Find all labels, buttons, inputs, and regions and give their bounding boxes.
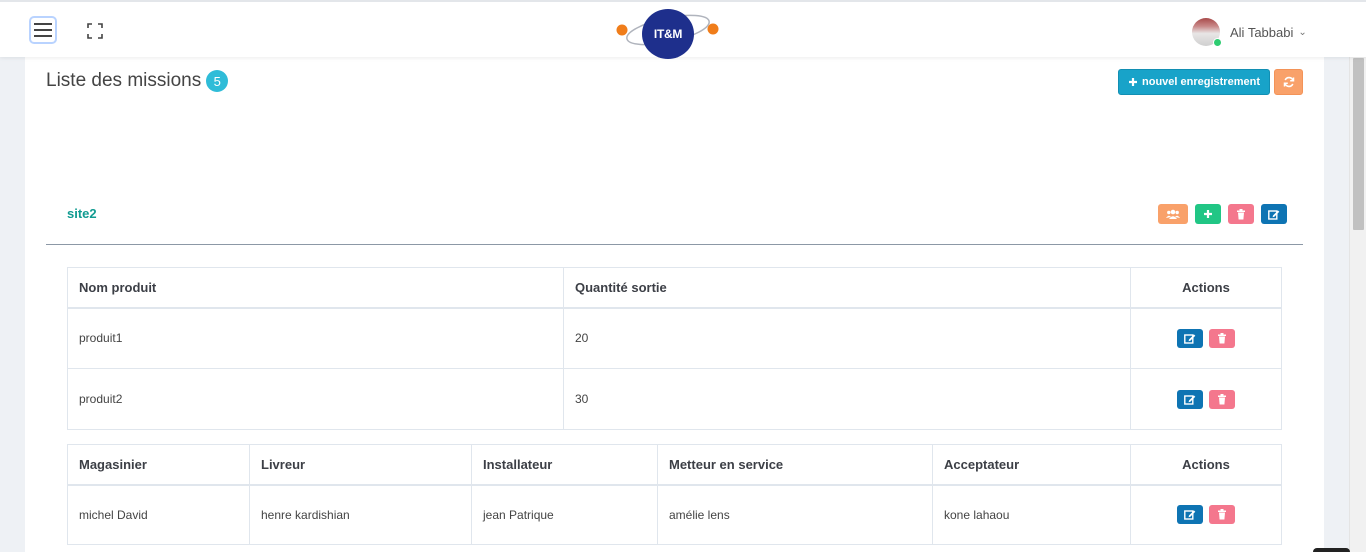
installateur-cell: jean Patrique [471, 484, 658, 545]
edit-button[interactable] [1177, 328, 1204, 348]
plus-icon [1204, 210, 1212, 218]
logo-text: IT&M [642, 9, 694, 59]
missions-card: Liste des missions 5 nouvel enregistreme… [25, 57, 1324, 552]
users-icon [1166, 209, 1180, 219]
actions-cell [1130, 307, 1282, 369]
delete-button[interactable] [1208, 505, 1235, 525]
edit-icon [1268, 209, 1280, 220]
top-navbar: IT&M Ali Tabbabi ⌄ [0, 0, 1366, 59]
product-name-cell: produit1 [67, 307, 564, 369]
site-divider [46, 244, 1303, 245]
plus-icon [1129, 78, 1137, 86]
menu-icon-bar [34, 23, 52, 25]
table-header-row: Magasinier Livreur Installateur Metteur … [67, 444, 1282, 486]
actions-cell [1130, 368, 1282, 430]
column-header: Magasinier [67, 444, 250, 486]
trash-icon [1217, 332, 1226, 344]
online-status-dot [1213, 38, 1222, 47]
window-corner-tab [1313, 548, 1350, 552]
menu-toggle-button[interactable] [31, 18, 55, 42]
trash-icon [1217, 509, 1226, 520]
site-users-button[interactable] [1158, 204, 1188, 224]
edit-icon [1184, 510, 1196, 520]
page-title: Liste des missions 5 [46, 70, 229, 92]
user-name: Ali Tabbabi [1230, 24, 1294, 40]
user-menu[interactable]: Ali Tabbabi ⌄ [1192, 16, 1307, 48]
page-scrollbar[interactable] [1349, 57, 1366, 552]
table-header-row: Nom produit Quantité sortie Actions [67, 267, 1282, 309]
acceptateur-cell: kone lahaou [932, 484, 1131, 545]
column-header: Actions [1130, 267, 1282, 309]
site-delete-button[interactable] [1228, 204, 1254, 224]
scrollbar-thumb[interactable] [1353, 58, 1364, 230]
refresh-icon [1283, 76, 1294, 88]
products-table: Nom produit Quantité sortie Actions prod… [67, 267, 1282, 430]
company-logo: IT&M [614, 6, 722, 59]
edit-icon [1184, 334, 1196, 344]
column-header: Actions [1130, 444, 1282, 486]
column-header: Acceptateur [932, 444, 1131, 486]
new-record-label: nouvel enregistrement [1142, 76, 1260, 88]
table-row: produit1 20 [67, 307, 1282, 369]
avatar [1192, 18, 1222, 47]
missions-count-badge: 5 [206, 70, 229, 92]
magasinier-cell: michel David [67, 484, 250, 545]
refresh-button[interactable] [1274, 69, 1303, 95]
site-title: site2 [67, 206, 97, 221]
site-edit-button[interactable] [1261, 204, 1287, 224]
menu-icon-bar [34, 35, 52, 37]
edit-icon [1184, 394, 1196, 405]
livreur-cell: henre kardishian [249, 484, 472, 545]
actions-cell [1130, 484, 1282, 545]
edit-button[interactable] [1177, 505, 1204, 525]
column-header: Metteur en service [657, 444, 933, 486]
page-title-text: Liste des missions [46, 70, 202, 91]
chevron-down-icon: ⌄ [1298, 26, 1307, 38]
edit-button[interactable] [1177, 389, 1204, 409]
trash-icon [1217, 393, 1226, 404]
trash-icon [1237, 208, 1245, 219]
product-name-cell: produit2 [67, 368, 564, 430]
column-header: Livreur [249, 444, 472, 486]
quantity-cell: 20 [563, 307, 1131, 369]
table-row: produit2 30 [67, 368, 1282, 430]
fullscreen-icon[interactable] [86, 22, 104, 40]
quantity-cell: 30 [563, 368, 1131, 430]
menu-icon-bar [34, 29, 52, 31]
delete-button[interactable] [1208, 389, 1235, 409]
delete-button[interactable] [1208, 328, 1235, 348]
column-header: Nom produit [67, 267, 564, 309]
table-row: michel David henre kardishian jean Patri… [67, 484, 1282, 545]
new-record-button[interactable]: nouvel enregistrement [1118, 69, 1270, 95]
site-actions [1158, 204, 1287, 224]
metteur-cell: amélie lens [657, 484, 933, 545]
column-header: Quantité sortie [563, 267, 1131, 309]
column-header: Installateur [471, 444, 658, 486]
site-add-button[interactable] [1195, 204, 1221, 224]
staff-table: Magasinier Livreur Installateur Metteur … [67, 444, 1282, 545]
